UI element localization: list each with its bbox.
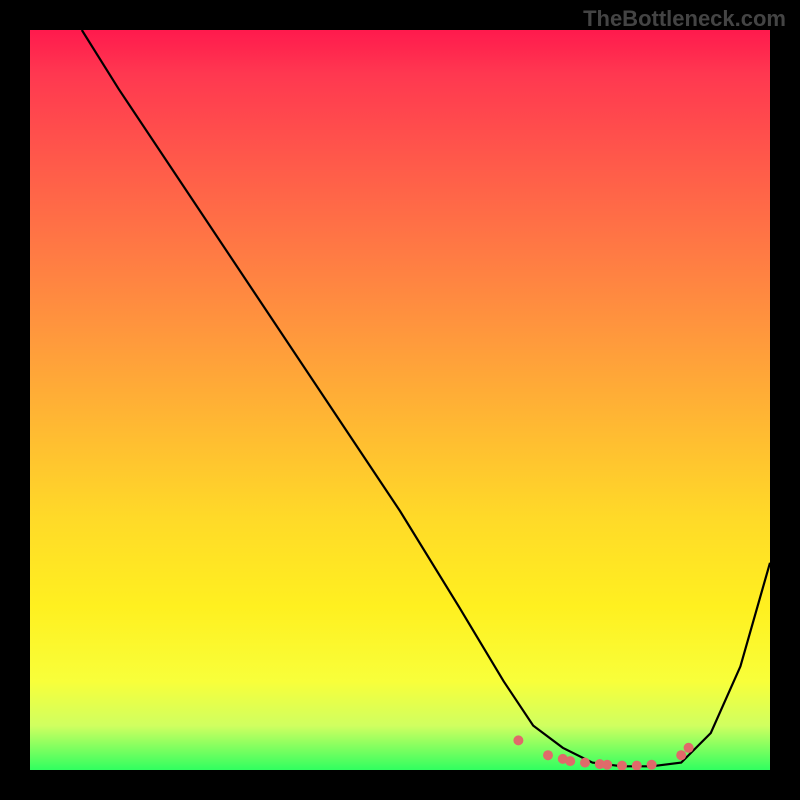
chart-plot-area: [30, 30, 770, 770]
watermark-text: TheBottleneck.com: [583, 6, 786, 32]
